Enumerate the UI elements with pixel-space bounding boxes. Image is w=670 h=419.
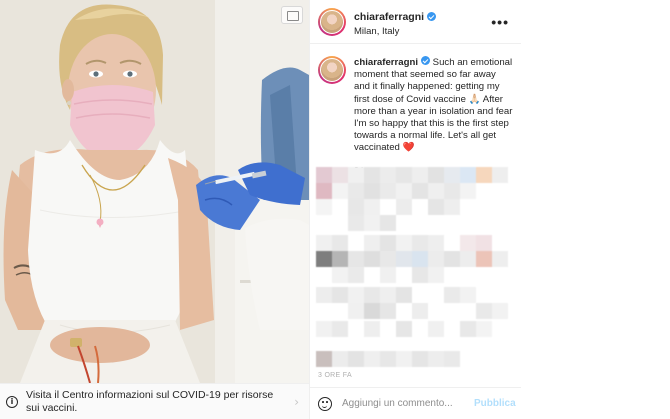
pixelated-comments [310,165,522,370]
post-author: chiaraferragni Milan, Italy [354,7,491,37]
more-options-icon[interactable]: ••• [491,14,509,30]
location-link[interactable]: Milan, Italy [354,26,491,37]
username-link[interactable]: chiaraferragni [354,11,437,23]
post-header: chiaraferragni Milan, Italy ••• [310,0,521,44]
vaccination-photo [0,0,309,383]
info-icon: i [6,395,18,408]
publish-button[interactable]: Pubblica [474,398,516,409]
photo-tag-icon[interactable] [281,6,303,24]
page-background [521,0,670,419]
covid-info-banner[interactable]: i Visita il Centro informazioni sul COVI… [0,383,309,419]
caption-avatar[interactable] [318,56,346,84]
caption: chiaraferragni Such an emotional moment … [310,44,521,155]
comment-input[interactable] [342,398,474,409]
heart-emoji: ❤️ [402,142,415,154]
avatar[interactable] [318,7,346,36]
verified-badge-icon [421,56,430,65]
post-timestamp: 3 ORE FA [318,372,352,379]
caption-body: Such an emotional moment that seemed so … [354,57,513,154]
chevron-right-icon: › [294,394,299,409]
post-sidebar: chiaraferragni Milan, Italy ••• chiarafe… [309,0,522,419]
caption-text: chiaraferragni Such an emotional moment … [354,56,513,155]
covid-banner-text: Visita il Centro informazioni sul COVID-… [26,388,274,414]
caption-username[interactable]: chiaraferragni [354,57,418,68]
post-photo[interactable] [0,0,309,383]
verified-badge-icon [427,12,437,21]
username-text[interactable]: chiaraferragni [354,11,424,23]
add-comment-bar: Pubblica [310,387,522,419]
emoji-icon[interactable] [318,396,332,411]
